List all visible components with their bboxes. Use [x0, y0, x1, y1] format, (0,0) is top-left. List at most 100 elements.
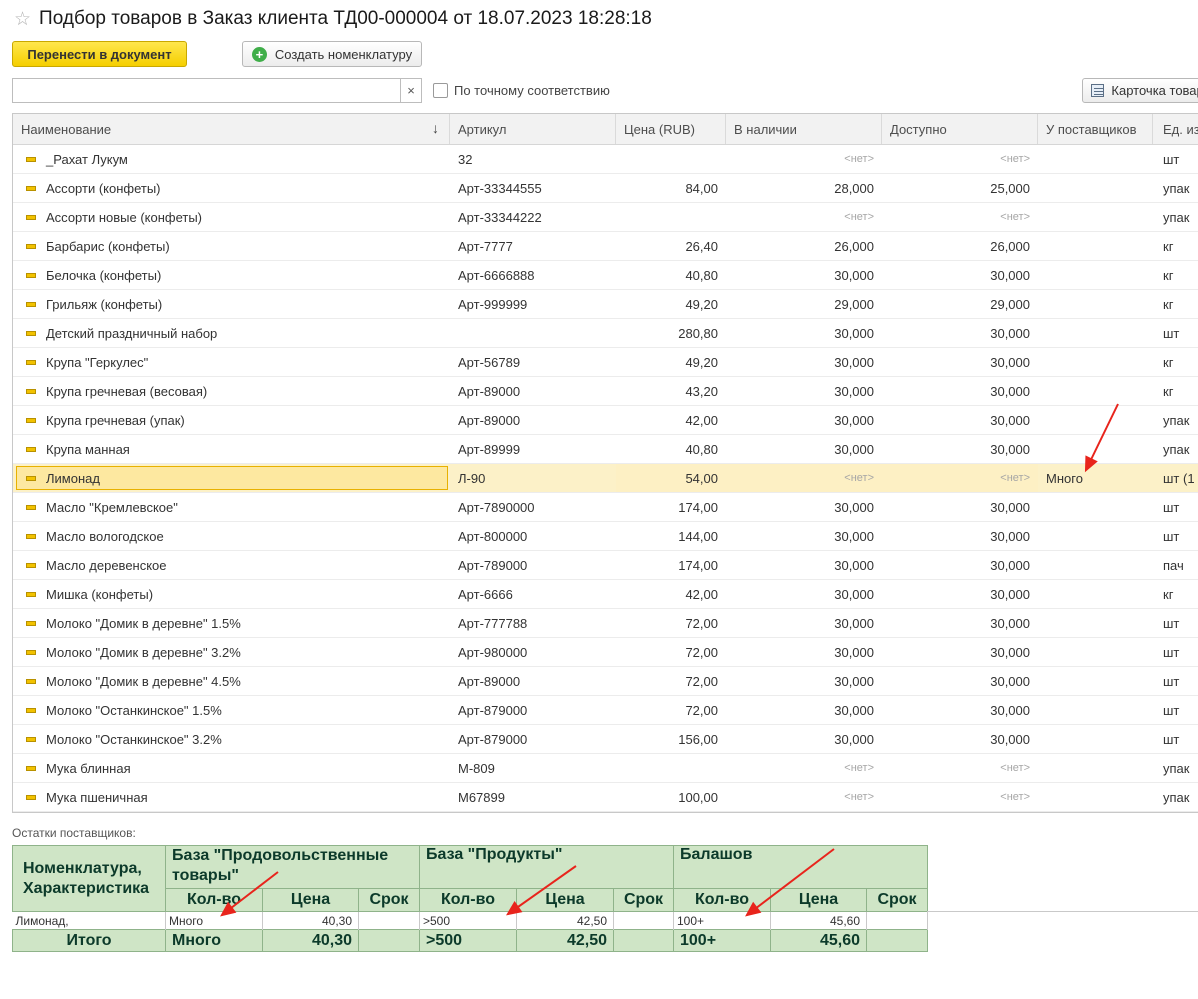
- cell-suppliers[interactable]: [1038, 609, 1153, 637]
- cell-name[interactable]: Белочка (конфеты): [13, 261, 450, 289]
- cell-unit[interactable]: шт (1: [1153, 464, 1198, 492]
- search-input[interactable]: [12, 78, 401, 103]
- cell-name[interactable]: Крупа "Геркулес": [13, 348, 450, 376]
- cell-price[interactable]: 84,00: [616, 174, 726, 202]
- cell-unit[interactable]: упак: [1153, 174, 1198, 202]
- cell-price[interactable]: 100,00: [616, 783, 726, 811]
- cell-in-stock[interactable]: 30,000: [726, 725, 882, 753]
- cell-in-stock[interactable]: 30,000: [726, 522, 882, 550]
- table-row[interactable]: Мишка (конфеты) Арт-6666 42,00 30,000 30,000…: [13, 580, 1198, 609]
- cell-article[interactable]: Арт-6666888: [450, 261, 616, 289]
- column-header-article[interactable]: Артикул: [450, 114, 616, 144]
- cell-available[interactable]: 29,000: [882, 290, 1038, 318]
- create-nomenclature-button[interactable]: + Создать номенклатуру: [242, 41, 422, 67]
- table-row[interactable]: Крупа гречневая (весовая) Арт-89000 43,20 3…: [13, 377, 1198, 406]
- cell-in-stock[interactable]: 30,000: [726, 261, 882, 289]
- cell-article[interactable]: Арт-999999: [450, 290, 616, 318]
- cell-available[interactable]: <нет>: [882, 464, 1038, 492]
- cell-name[interactable]: Молоко "Останкинское" 1.5%: [13, 696, 450, 724]
- cell-price[interactable]: 174,00: [616, 493, 726, 521]
- cell-suppliers[interactable]: [1038, 725, 1153, 753]
- cell-suppliers[interactable]: [1038, 261, 1153, 289]
- cell-unit[interactable]: шт: [1153, 319, 1198, 347]
- cell-in-stock[interactable]: 30,000: [726, 377, 882, 405]
- cell-available[interactable]: <нет>: [882, 145, 1038, 173]
- cell-available[interactable]: 30,000: [882, 348, 1038, 376]
- cell-article[interactable]: Арт-7777: [450, 232, 616, 260]
- column-header-price[interactable]: Цена (RUB): [616, 114, 726, 144]
- table-row[interactable]: Крупа "Геркулес" Арт-56789 49,20 30,000 30,0…: [13, 348, 1198, 377]
- cell-unit[interactable]: шт: [1153, 145, 1198, 173]
- cell-suppliers[interactable]: [1038, 696, 1153, 724]
- table-row[interactable]: Грильяж (конфеты) Арт-999999 49,20 29,000 29…: [13, 290, 1198, 319]
- cell-unit[interactable]: упак: [1153, 754, 1198, 782]
- cell-available[interactable]: 30,000: [882, 696, 1038, 724]
- cell-suppliers[interactable]: [1038, 232, 1153, 260]
- cell-price[interactable]: 280,80: [616, 319, 726, 347]
- cell-price[interactable]: [616, 203, 726, 231]
- cell-unit[interactable]: кг: [1153, 348, 1198, 376]
- cell-unit[interactable]: кг: [1153, 290, 1198, 318]
- cell-name[interactable]: Крупа гречневая (весовая): [13, 377, 450, 405]
- cell-article[interactable]: [450, 319, 616, 347]
- table-row[interactable]: Барбарис (конфеты) Арт-7777 26,40 26,000 26,…: [13, 232, 1198, 261]
- cell-article[interactable]: Арт-879000: [450, 696, 616, 724]
- cell-unit[interactable]: шт: [1153, 667, 1198, 695]
- cell-in-stock[interactable]: 30,000: [726, 696, 882, 724]
- cell-suppliers[interactable]: [1038, 377, 1153, 405]
- cell-article[interactable]: 32: [450, 145, 616, 173]
- cell-available[interactable]: 25,000: [882, 174, 1038, 202]
- cell-in-stock[interactable]: 30,000: [726, 667, 882, 695]
- cell-article[interactable]: Арт-89000: [450, 406, 616, 434]
- cell-available[interactable]: 30,000: [882, 522, 1038, 550]
- cell-suppliers[interactable]: [1038, 290, 1153, 318]
- cell-price[interactable]: 72,00: [616, 638, 726, 666]
- cell-in-stock[interactable]: 30,000: [726, 319, 882, 347]
- cell-suppliers[interactable]: [1038, 435, 1153, 463]
- cell-suppliers[interactable]: [1038, 783, 1153, 811]
- cell-price[interactable]: 54,00: [616, 464, 726, 492]
- cell-price[interactable]: 49,20: [616, 348, 726, 376]
- cell-article[interactable]: Арт-6666: [450, 580, 616, 608]
- cell-name[interactable]: Детский праздничный набор: [13, 319, 450, 347]
- cell-name[interactable]: Крупа гречневая (упак): [13, 406, 450, 434]
- cell-article[interactable]: Арт-89999: [450, 435, 616, 463]
- sort-down-icon[interactable]: ↓: [432, 120, 439, 136]
- cell-available[interactable]: 30,000: [882, 580, 1038, 608]
- cell-article[interactable]: Арт-89000: [450, 667, 616, 695]
- cell-price[interactable]: 72,00: [616, 609, 726, 637]
- table-row[interactable]: Детский праздничный набор 280,80 30,000 30,…: [13, 319, 1198, 348]
- cell-suppliers[interactable]: [1038, 493, 1153, 521]
- cell-unit[interactable]: шт: [1153, 522, 1198, 550]
- cell-article[interactable]: М-809: [450, 754, 616, 782]
- table-row[interactable]: Крупа манная Арт-89999 40,80 30,000 30,000 уп…: [13, 435, 1198, 464]
- cell-price[interactable]: [616, 145, 726, 173]
- cell-unit[interactable]: шт: [1153, 638, 1198, 666]
- cell-article[interactable]: Арт-33344222: [450, 203, 616, 231]
- clear-search-icon[interactable]: ×: [400, 78, 422, 103]
- cell-unit[interactable]: упак: [1153, 203, 1198, 231]
- cell-price[interactable]: [616, 754, 726, 782]
- table-row[interactable]: _Рахат Лукум 32 <нет> <нет> шт: [13, 145, 1198, 174]
- cell-in-stock[interactable]: <нет>: [726, 754, 882, 782]
- cell-price[interactable]: 42,00: [616, 406, 726, 434]
- cell-suppliers[interactable]: [1038, 638, 1153, 666]
- column-header-unit[interactable]: Ед. изм.: [1153, 114, 1198, 144]
- cell-name[interactable]: Молоко "Останкинское" 3.2%: [13, 725, 450, 753]
- cell-suppliers[interactable]: [1038, 145, 1153, 173]
- cell-in-stock[interactable]: <нет>: [726, 203, 882, 231]
- cell-price[interactable]: 156,00: [616, 725, 726, 753]
- cell-price[interactable]: 40,80: [616, 435, 726, 463]
- cell-available[interactable]: 30,000: [882, 725, 1038, 753]
- cell-in-stock[interactable]: <нет>: [726, 464, 882, 492]
- cell-article[interactable]: Л-90: [450, 464, 616, 492]
- cell-available[interactable]: 30,000: [882, 551, 1038, 579]
- table-row[interactable]: Мука блинная М-809 <нет> <нет> упак: [13, 754, 1198, 783]
- cell-price[interactable]: 174,00: [616, 551, 726, 579]
- cell-name[interactable]: Мишка (конфеты): [13, 580, 450, 608]
- cell-unit[interactable]: шт: [1153, 493, 1198, 521]
- cell-article[interactable]: Арт-777788: [450, 609, 616, 637]
- cell-article[interactable]: Арт-33344555: [450, 174, 616, 202]
- cell-suppliers[interactable]: [1038, 580, 1153, 608]
- cell-name[interactable]: Масло "Кремлевское": [13, 493, 450, 521]
